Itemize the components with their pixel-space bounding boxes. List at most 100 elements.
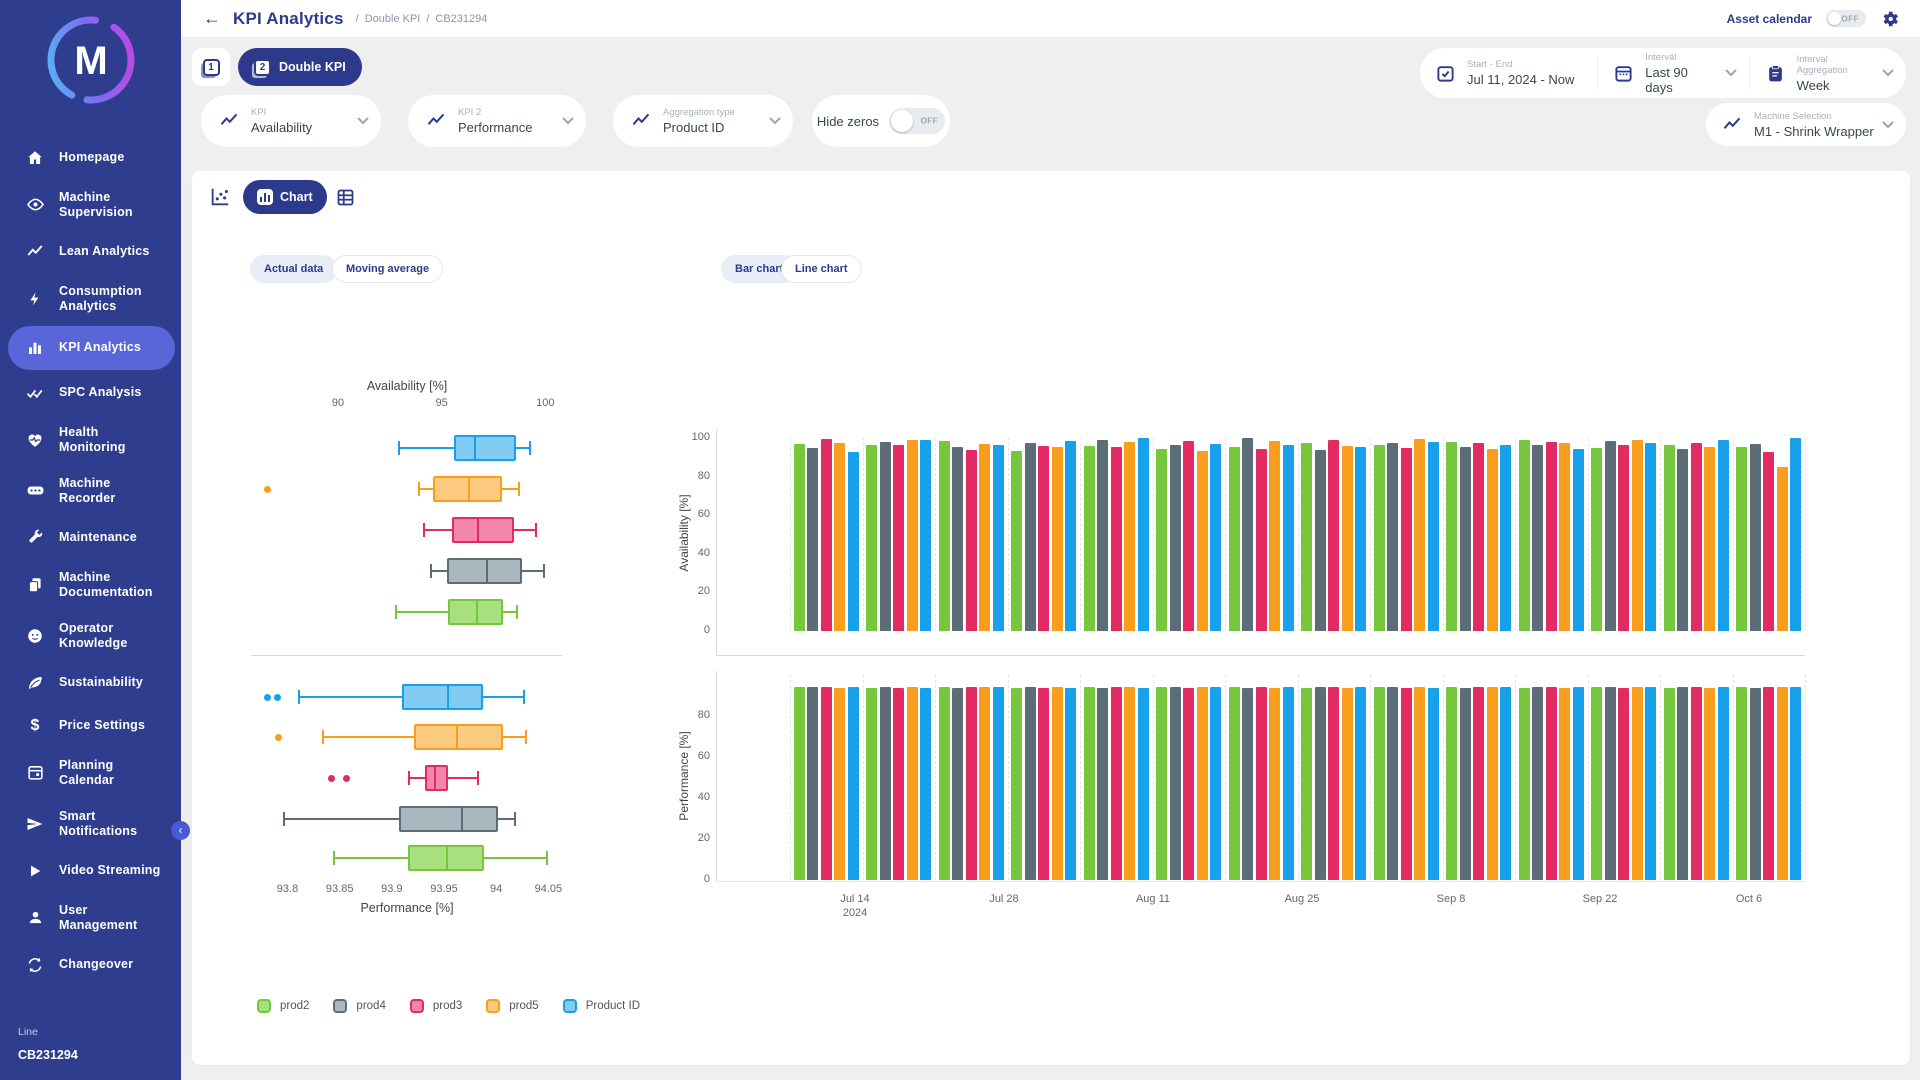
gridline <box>935 675 936 880</box>
scatter-view-button[interactable] <box>206 183 234 211</box>
axis-tick: 100 <box>525 397 565 409</box>
bar-prod5 <box>1487 687 1498 880</box>
toggle-knob <box>891 110 913 132</box>
hide-zeros-control: Hide zeros OFF <box>812 95 950 147</box>
legend-item-prod3[interactable]: prod3 <box>410 999 462 1013</box>
sidebar-item-planning-calendar[interactable]: Planning Calendar <box>8 749 175 797</box>
sidebar: M HomepageMachine SupervisionLean Analyt… <box>0 0 181 1080</box>
line-chart-button[interactable]: Line chart <box>781 255 862 283</box>
gridline <box>1225 438 1226 631</box>
start-end-label: Start - End <box>1467 59 1585 70</box>
sidebar-item-health-monitoring[interactable]: Health Monitoring <box>8 416 175 464</box>
sidebar-item-spc-analysis[interactable]: SPC Analysis <box>8 373 175 413</box>
hide-zeros-toggle[interactable]: OFF <box>889 108 945 134</box>
interval-label: Interval <box>1645 52 1716 63</box>
kpi2-dropdown-value: Performance <box>458 120 554 135</box>
bar-prod5 <box>1704 447 1715 631</box>
gridline <box>1298 675 1299 880</box>
sidebar-item-machine-documentation[interactable]: Machine Documentation <box>8 561 175 609</box>
gridline <box>1733 438 1734 631</box>
toggle-off-label: OFF <box>1842 14 1860 23</box>
breadcrumb-item[interactable]: Double KPI <box>365 13 421 25</box>
bar-prod3 <box>966 687 977 880</box>
bar-prod2 <box>1591 448 1602 631</box>
sidebar-collapse-button[interactable]: ‹ <box>171 821 190 840</box>
bar-prod4 <box>1242 438 1253 631</box>
kpi2-dropdown[interactable]: KPI 2 Performance <box>408 95 586 147</box>
double-kpi-button[interactable]: 2 Double KPI <box>238 48 362 86</box>
logo-ring-icon: M <box>43 12 139 108</box>
bar-product-id <box>1210 687 1221 880</box>
chevron-down-icon <box>1882 69 1894 77</box>
start-end-field[interactable]: Start - End Jul 11, 2024 - Now <box>1420 56 1597 90</box>
sidebar-item-operator-knowledge[interactable]: Operator Knowledge <box>8 612 175 660</box>
box-prod2 <box>333 851 335 865</box>
asset-calendar-toggle[interactable]: OFF <box>1826 10 1866 27</box>
bar-product-id <box>1645 687 1656 880</box>
box-prod5 <box>275 734 282 741</box>
actual-data-button[interactable]: Actual data <box>250 255 337 283</box>
legend-label: prod4 <box>356 1000 385 1012</box>
box-prod3 <box>328 775 335 782</box>
machine-selection-value: M1 - Shrink Wrapper <box>1754 124 1874 139</box>
aggregation-dropdown[interactable]: Aggregation type Product ID <box>613 95 793 147</box>
double-kpi-icon: 2 <box>254 59 271 76</box>
sidebar-item-user-management[interactable]: User Management <box>8 894 175 942</box>
back-button[interactable]: ← <box>203 8 221 29</box>
bar-prod4 <box>1460 688 1471 880</box>
interval-dropdown[interactable]: Interval Last 90 days <box>1597 56 1748 90</box>
chevron-down-icon <box>1725 69 1737 77</box>
bar-prod3 <box>1546 687 1557 880</box>
sidebar-item-maintenance[interactable]: Maintenance <box>8 518 175 558</box>
kpi2-dropdown-label: KPI 2 <box>458 107 554 118</box>
sidebar-item-kpi-analytics[interactable]: KPI Analytics <box>8 326 175 370</box>
bar-prod3 <box>1763 687 1774 880</box>
moving-average-button[interactable]: Moving average <box>332 255 443 283</box>
bar-prod4 <box>1170 445 1181 631</box>
box-product-id <box>398 441 400 455</box>
legend-item-prod5[interactable]: prod5 <box>486 999 538 1013</box>
sidebar-item-consumption-analytics[interactable]: Consumption Analytics <box>8 275 175 323</box>
chart-view-button[interactable]: Chart <box>243 180 327 214</box>
bar-prod4 <box>1532 445 1543 631</box>
barchart-icon <box>24 337 46 359</box>
bar-prod4 <box>1677 687 1688 880</box>
sidebar-item-price-settings[interactable]: $Price Settings <box>8 706 175 746</box>
axis-tick: 94.05 <box>528 883 568 895</box>
gridline <box>1008 438 1009 631</box>
bar-prod5 <box>979 687 990 880</box>
sidebar-item-machine-supervision[interactable]: Machine Supervision <box>8 181 175 229</box>
single-kpi-icon: 1 <box>203 59 220 76</box>
bar-prod5 <box>1269 441 1280 631</box>
sidebar-item-changeover[interactable]: Changeover <box>8 945 175 985</box>
sidebar-item-label: Smart Notifications <box>59 809 167 839</box>
bar-prod2 <box>1519 688 1530 880</box>
bar-product-id <box>993 687 1004 880</box>
sidebar-item-label: User Management <box>59 903 167 933</box>
sidebar-item-machine-recorder[interactable]: Machine Recorder <box>8 467 175 515</box>
sidebar-item-smart-notifications[interactable]: Smart Notifications <box>8 800 175 848</box>
sidebar-item-lean-analytics[interactable]: Lean Analytics <box>8 232 175 272</box>
legend-item-product-id[interactable]: Product ID <box>563 999 640 1013</box>
legend-item-prod4[interactable]: prod4 <box>333 999 385 1013</box>
y-axis-tick: 0 <box>680 873 710 885</box>
bar-prod2 <box>794 444 805 631</box>
sidebar-item-video-streaming[interactable]: Video Streaming <box>8 851 175 891</box>
bar-prod5 <box>1632 440 1643 631</box>
settings-gear-icon[interactable] <box>1880 9 1900 29</box>
legend-item-prod2[interactable]: prod2 <box>257 999 309 1013</box>
sidebar-item-sustainability[interactable]: Sustainability <box>8 663 175 703</box>
bar-prod3 <box>1691 443 1702 631</box>
bar-prod2 <box>1084 446 1095 631</box>
table-view-button[interactable] <box>331 183 359 211</box>
sidebar-item-homepage[interactable]: Homepage <box>8 138 175 178</box>
machine-selection-dropdown[interactable]: Machine Selection M1 - Shrink Wrapper <box>1706 103 1906 146</box>
bar-product-id <box>920 440 931 631</box>
single-kpi-button[interactable]: 1 <box>192 48 230 86</box>
kpi-dropdown[interactable]: KPI Availability <box>201 95 381 147</box>
gridline <box>1080 675 1081 880</box>
gridline <box>1080 438 1081 631</box>
box-prod5 <box>264 486 271 493</box>
interval-aggregation-dropdown[interactable]: Interval Aggregation Week <box>1749 56 1906 90</box>
box-prod4 <box>447 558 522 584</box>
